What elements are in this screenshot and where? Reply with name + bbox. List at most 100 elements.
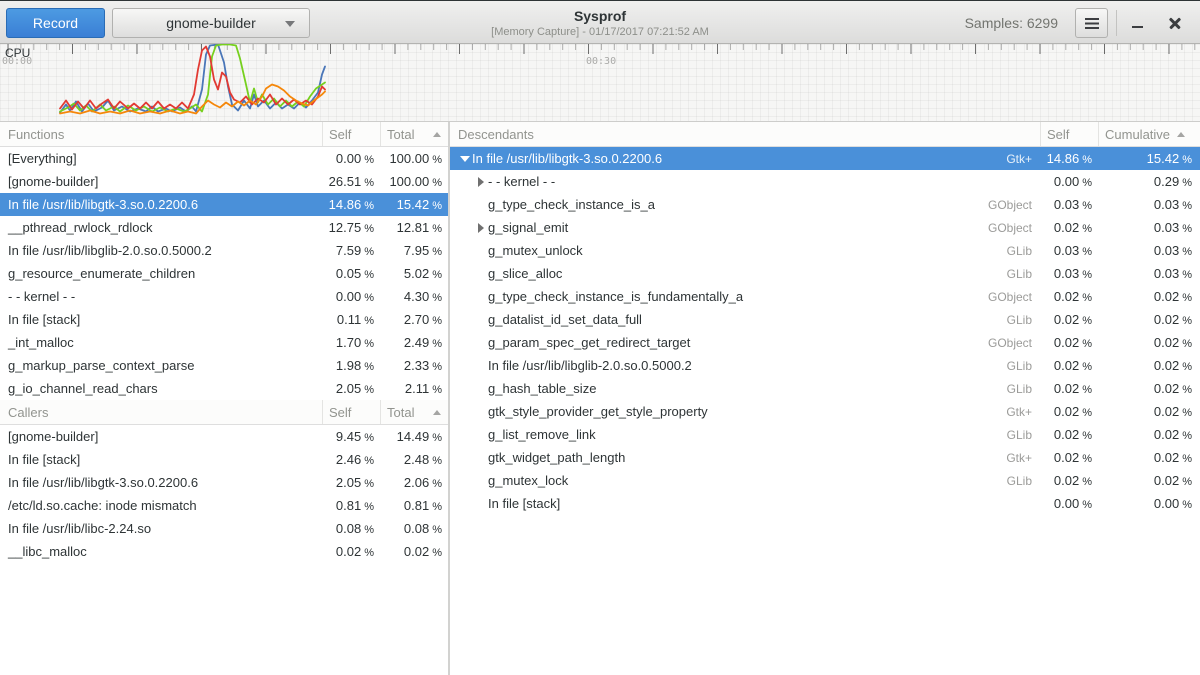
percent-value: 0.81% [380, 498, 448, 513]
descendants-cumulative-column-header[interactable]: Cumulative [1098, 122, 1200, 146]
table-row[interactable]: /etc/ld.so.cache: inode mismatch0.81%0.8… [0, 494, 448, 517]
percent-value: 2.33% [380, 358, 448, 373]
percent-value: 14.86% [322, 197, 380, 212]
expander-open-icon[interactable] [458, 152, 472, 166]
function-name: __pthread_rwlock_rdlock [0, 220, 322, 235]
percent-value: 100.00% [380, 174, 448, 189]
function-name: In file /usr/lib/libgtk-3.so.0.2200.6 [0, 197, 322, 212]
tree-row[interactable]: g_slice_allocGLib0.03%0.03% [450, 262, 1200, 285]
function-name: g_io_channel_read_chars [0, 381, 322, 396]
percent-value: 14.86% [1040, 151, 1098, 166]
minimize-icon [1132, 26, 1143, 29]
process-selector-dropdown[interactable]: gnome-builder [112, 8, 310, 38]
descendants-tree: In file /usr/lib/libgtk-3.so.0.2200.6Gtk… [450, 147, 1200, 515]
descendant-name-cell: g_signal_emitGObject [450, 220, 1040, 235]
functions-column-header[interactable]: Functions [0, 122, 322, 146]
menu-button[interactable] [1075, 8, 1108, 38]
tree-row[interactable]: gtk_style_provider_get_style_propertyGtk… [450, 400, 1200, 423]
percent-value: 7.59% [322, 243, 380, 258]
library-tag: GLib [1007, 382, 1040, 396]
percent-value: 0.02% [1098, 358, 1200, 373]
tree-row[interactable]: - - kernel - -0.00%0.29% [450, 170, 1200, 193]
expander-closed-icon[interactable] [474, 221, 488, 235]
close-button[interactable] [1160, 1, 1190, 45]
percent-value: 0.02% [380, 544, 448, 559]
callers-total-column-header[interactable]: Total [380, 400, 448, 424]
functions-self-column-header[interactable]: Self [322, 122, 380, 146]
table-row[interactable]: In file /usr/lib/libgtk-3.so.0.2200.62.0… [0, 471, 448, 494]
table-row[interactable]: g_io_channel_read_chars2.05%2.11% [0, 377, 448, 400]
sort-ascending-icon [433, 410, 441, 415]
descendant-name: - - kernel - - [488, 174, 555, 189]
tree-row[interactable]: g_list_remove_linkGLib0.02%0.02% [450, 423, 1200, 446]
descendant-name-cell: g_type_check_instance_is_fundamentally_a… [450, 289, 1040, 304]
percent-value: 0.02% [322, 544, 380, 559]
percent-value: 2.46% [322, 452, 380, 467]
expander-closed-icon[interactable] [474, 175, 488, 189]
descendant-name-cell: gtk_style_provider_get_style_propertyGtk… [450, 404, 1040, 419]
function-name: __libc_malloc [0, 544, 322, 559]
table-row[interactable]: - - kernel - -0.00%4.30% [0, 285, 448, 308]
library-tag: GLib [1007, 313, 1040, 327]
tree-row[interactable]: g_signal_emitGObject0.02%0.03% [450, 216, 1200, 239]
table-row[interactable]: In file [stack]2.46%2.48% [0, 448, 448, 471]
record-button[interactable]: Record [6, 8, 105, 38]
window-subtitle: [Memory Capture] - 01/17/2017 07:21:52 A… [320, 25, 880, 39]
percent-value: 0.02% [1040, 450, 1098, 465]
library-tag: GObject [988, 198, 1040, 212]
percent-value: 1.70% [322, 335, 380, 350]
tree-row[interactable]: gtk_widget_path_lengthGtk+0.02%0.02% [450, 446, 1200, 469]
descendant-name: g_list_remove_link [488, 427, 596, 442]
table-row[interactable]: [gnome-builder]26.51%100.00% [0, 170, 448, 193]
tree-row[interactable]: In file /usr/lib/libglib-2.0.so.0.5000.2… [450, 354, 1200, 377]
minimize-button[interactable] [1122, 1, 1152, 45]
table-row[interactable]: In file /usr/lib/libglib-2.0.so.0.5000.2… [0, 239, 448, 262]
table-row[interactable]: [gnome-builder]9.45%14.49% [0, 425, 448, 448]
tree-row[interactable]: g_type_check_instance_is_fundamentally_a… [450, 285, 1200, 308]
percent-value: 5.02% [380, 266, 448, 281]
percent-value: 0.02% [1098, 312, 1200, 327]
table-row[interactable]: In file /usr/lib/libgtk-3.so.0.2200.614.… [0, 193, 448, 216]
descendants-column-header[interactable]: Descendants [450, 122, 1040, 146]
percent-value: 1.98% [322, 358, 380, 373]
cpu-usage-graph[interactable]: CPU 00:0000:30 [0, 44, 1200, 122]
function-name: g_markup_parse_context_parse [0, 358, 322, 373]
table-row[interactable]: __libc_malloc0.02%0.02% [0, 540, 448, 563]
percent-value: 100.00% [380, 151, 448, 166]
table-row[interactable]: In file [stack]0.11%2.70% [0, 308, 448, 331]
percent-value: 0.02% [1098, 335, 1200, 350]
table-row[interactable]: _int_malloc1.70%2.49% [0, 331, 448, 354]
callers-self-column-header[interactable]: Self [322, 400, 380, 424]
callers-header: Callers Self Total [0, 400, 448, 425]
expander-spacer [474, 359, 488, 373]
functions-list: [Everything]0.00%100.00%[gnome-builder]2… [0, 147, 448, 400]
descendant-name-cell: g_list_remove_linkGLib [450, 427, 1040, 442]
percent-value: 0.02% [1040, 220, 1098, 235]
tree-row[interactable]: In file [stack]0.00%0.00% [450, 492, 1200, 515]
timeline-label: 00:30 [586, 56, 616, 67]
function-name: In file /usr/lib/libc-2.24.so [0, 521, 322, 536]
descendant-name: g_signal_emit [488, 220, 568, 235]
percent-value: 0.00% [1040, 496, 1098, 511]
table-row[interactable]: [Everything]0.00%100.00% [0, 147, 448, 170]
tree-row[interactable]: g_type_check_instance_is_aGObject0.03%0.… [450, 193, 1200, 216]
table-row[interactable]: __pthread_rwlock_rdlock12.75%12.81% [0, 216, 448, 239]
callers-column-header[interactable]: Callers [0, 400, 322, 424]
percent-value: 0.08% [380, 521, 448, 536]
tree-row[interactable]: g_mutex_lockGLib0.02%0.02% [450, 469, 1200, 492]
table-row[interactable]: g_markup_parse_context_parse1.98%2.33% [0, 354, 448, 377]
descendant-name-cell: g_mutex_lockGLib [450, 473, 1040, 488]
functions-total-column-header[interactable]: Total [380, 122, 448, 146]
descendant-name-cell: - - kernel - - [450, 174, 1040, 189]
tree-row[interactable]: g_param_spec_get_redirect_targetGObject0… [450, 331, 1200, 354]
tree-row[interactable]: g_mutex_unlockGLib0.03%0.03% [450, 239, 1200, 262]
library-tag: Gtk+ [1006, 405, 1040, 419]
descendant-name-cell: gtk_widget_path_lengthGtk+ [450, 450, 1040, 465]
table-row[interactable]: In file /usr/lib/libc-2.24.so0.08%0.08% [0, 517, 448, 540]
percent-value: 0.00% [322, 151, 380, 166]
tree-row[interactable]: In file /usr/lib/libgtk-3.so.0.2200.6Gtk… [450, 147, 1200, 170]
descendants-self-column-header[interactable]: Self [1040, 122, 1098, 146]
tree-row[interactable]: g_datalist_id_set_data_fullGLib0.02%0.02… [450, 308, 1200, 331]
tree-row[interactable]: g_hash_table_sizeGLib0.02%0.02% [450, 377, 1200, 400]
table-row[interactable]: g_resource_enumerate_children0.05%5.02% [0, 262, 448, 285]
